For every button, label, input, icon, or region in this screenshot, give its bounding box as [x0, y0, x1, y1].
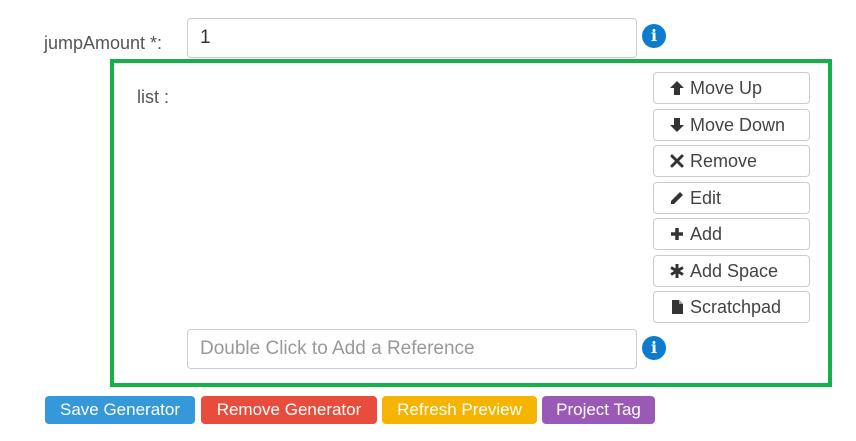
asterisk-icon	[668, 262, 686, 280]
save-generator-button[interactable]: Save Generator	[45, 396, 195, 424]
jump-amount-input[interactable]	[187, 18, 637, 58]
refresh-preview-button[interactable]: Refresh Preview	[382, 396, 537, 424]
add-label: Add	[690, 223, 723, 244]
move-down-button[interactable]: Move Down	[653, 109, 810, 141]
remove-generator-button[interactable]: Remove Generator	[201, 396, 377, 424]
add-space-button[interactable]: Add Space	[653, 255, 810, 287]
edit-button[interactable]: Edit	[653, 182, 810, 214]
plus-icon	[668, 225, 686, 243]
file-icon	[668, 298, 686, 316]
project-tag-button[interactable]: Project Tag	[542, 396, 655, 424]
scratchpad-label: Scratchpad	[690, 296, 782, 317]
reference-input[interactable]	[187, 329, 637, 369]
edit-label: Edit	[690, 187, 722, 208]
info-icon[interactable]: i	[642, 24, 666, 48]
pencil-icon	[668, 189, 686, 207]
info-icon[interactable]: i	[642, 336, 666, 360]
remove-label: Remove	[690, 150, 758, 171]
jump-amount-label: jumpAmount *:	[44, 33, 163, 53]
remove-button[interactable]: Remove	[653, 145, 810, 177]
move-up-button[interactable]: Move Up	[653, 72, 810, 104]
scratchpad-button[interactable]: Scratchpad	[653, 291, 810, 323]
add-space-label: Add Space	[690, 260, 779, 281]
x-icon	[668, 152, 686, 170]
list-label: list :	[137, 87, 170, 107]
move-down-label: Move Down	[690, 114, 786, 135]
move-up-label: Move Up	[690, 77, 763, 98]
arrow-up-icon	[668, 79, 686, 97]
add-button[interactable]: Add	[653, 218, 810, 250]
arrow-down-icon	[668, 116, 686, 134]
